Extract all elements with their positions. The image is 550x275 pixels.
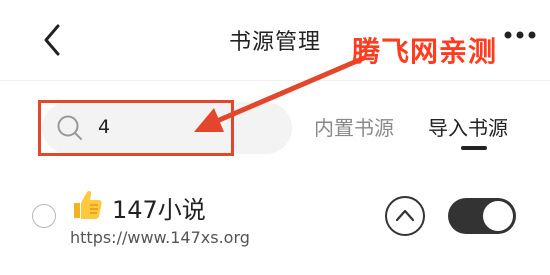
source-url: https://www.147xs.org (70, 228, 250, 247)
active-tab-indicator (461, 146, 487, 150)
chevron-up-icon (395, 209, 415, 222)
tab-imported-sources[interactable]: 导入书源 (428, 112, 508, 141)
thumbs-up-icon (74, 191, 102, 219)
search-icon (57, 115, 82, 140)
arrow-icon (194, 55, 367, 132)
watermark-text: 腾飞网亲测 (352, 35, 498, 68)
toggle-knob (483, 201, 513, 231)
move-to-top-button[interactable] (385, 196, 425, 236)
more-dots-icon[interactable] (502, 30, 538, 40)
source-name: 147小说 (112, 196, 206, 224)
list-item[interactable]: 147小说 https://www.147xs.org (0, 180, 550, 260)
select-radio[interactable] (32, 204, 56, 228)
enable-toggle[interactable] (448, 198, 516, 234)
